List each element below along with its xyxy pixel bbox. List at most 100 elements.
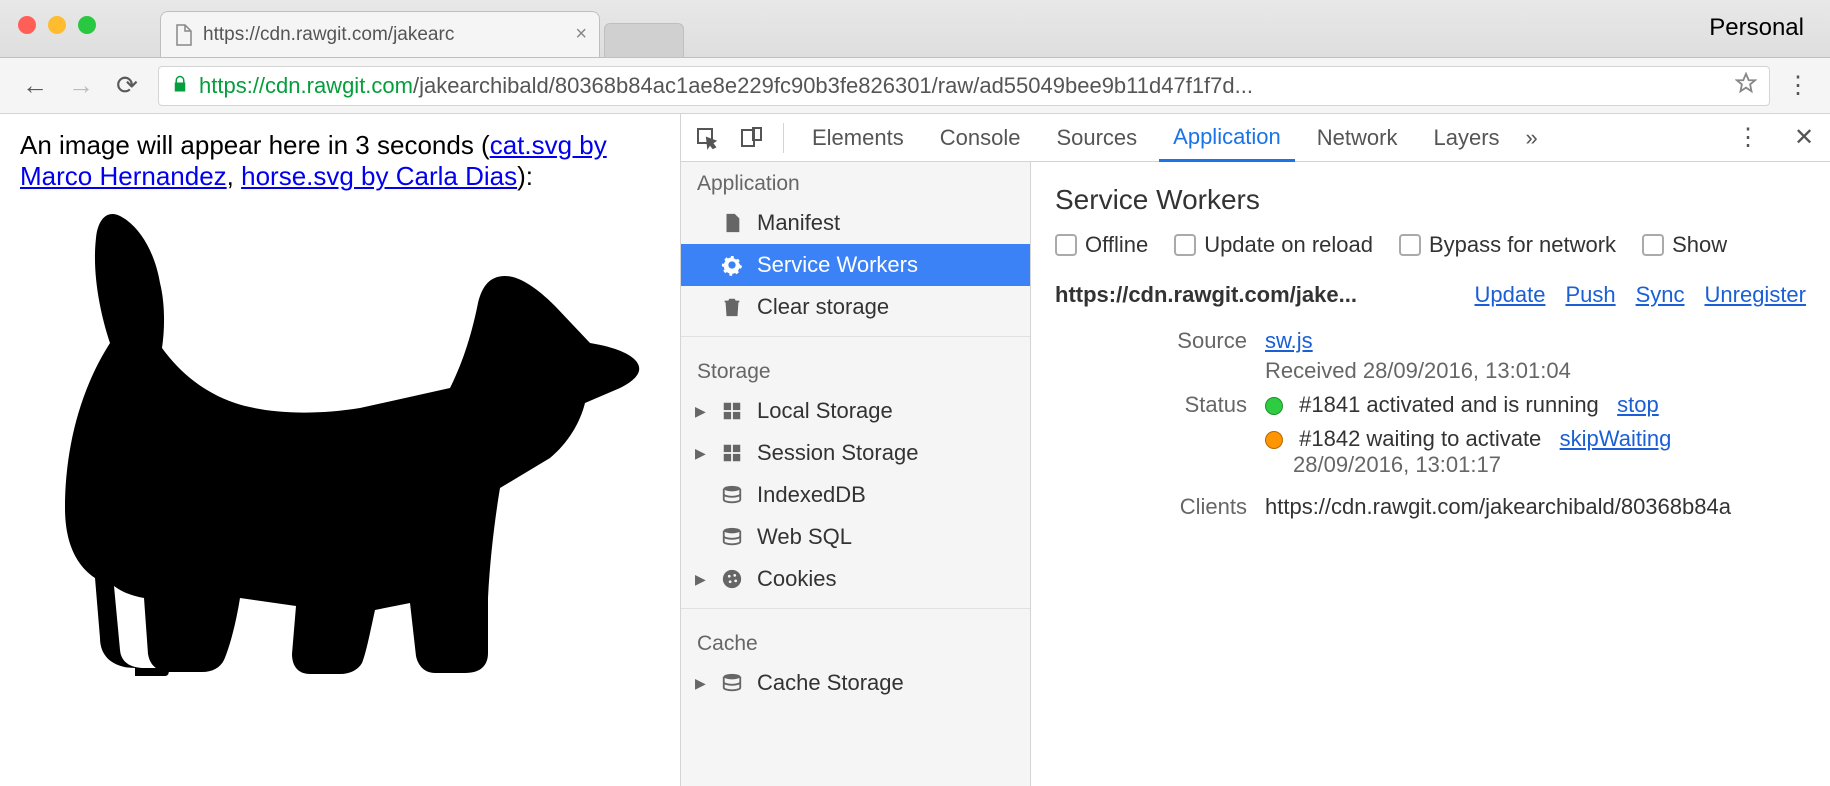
inspect-icon[interactable] — [689, 120, 725, 156]
database-icon — [721, 672, 743, 694]
devtools-menu-icon[interactable]: ⋮ — [1730, 120, 1766, 156]
lock-icon — [171, 73, 189, 99]
sidebar-item-indexeddb[interactable]: IndexedDB — [681, 474, 1030, 516]
browser-menu-icon[interactable]: ⋮ — [1786, 71, 1810, 100]
checkbox-icon — [1399, 234, 1421, 256]
sw-origin: https://cdn.rawgit.com/jake... — [1055, 282, 1454, 308]
row-clients: Clients https://cdn.rawgit.com/jakearchi… — [1055, 494, 1806, 520]
label-status: Status — [1055, 392, 1265, 486]
chevron-right-icon: ▶ — [695, 571, 706, 588]
group-cache: Cache — [681, 622, 1030, 662]
action-push[interactable]: Push — [1565, 282, 1615, 308]
browser-toolbar: ← → ⟳ https://cdn.rawgit.com/jakearchiba… — [0, 58, 1830, 114]
tab-application[interactable]: Application — [1159, 114, 1295, 162]
address-bar[interactable]: https://cdn.rawgit.com/jakearchibald/803… — [158, 66, 1770, 106]
sidebar-item-label: Session Storage — [757, 440, 918, 466]
tab-sources[interactable]: Sources — [1042, 114, 1151, 162]
reload-button[interactable]: ⟳ — [112, 70, 142, 101]
checkbox-icon — [1642, 234, 1664, 256]
chevron-right-icon: ▶ — [695, 403, 706, 420]
page-content: An image will appear here in 3 seconds (… — [0, 114, 680, 786]
database-icon — [721, 484, 743, 506]
panel-title: Service Workers — [1055, 184, 1806, 216]
sidebar-item-session-storage[interactable]: ▶ Session Storage — [681, 432, 1030, 474]
sidebar-item-label: Clear storage — [757, 294, 889, 320]
new-tab-button[interactable] — [604, 23, 684, 57]
window-chrome: https://cdn.rawgit.com/jakearc × Persona… — [0, 0, 1830, 58]
action-unregister[interactable]: Unregister — [1705, 282, 1806, 308]
tab-network[interactable]: Network — [1303, 114, 1412, 162]
status-1-text: #1841 activated and is running — [1299, 392, 1599, 417]
sidebar-item-service-workers[interactable]: Service Workers — [681, 244, 1030, 286]
checkbox-icon — [1055, 234, 1077, 256]
source-received: Received 28/09/2016, 13:01:04 — [1265, 358, 1806, 384]
device-toggle-icon[interactable] — [733, 120, 769, 156]
browser-tab[interactable]: https://cdn.rawgit.com/jakearc × — [160, 11, 600, 57]
action-update[interactable]: Update — [1474, 282, 1545, 308]
chevron-right-icon: ▶ — [695, 445, 706, 462]
label-source: Source — [1055, 328, 1265, 384]
traffic-lights — [18, 16, 96, 34]
row-source: Source sw.js Received 28/09/2016, 13:01:… — [1055, 328, 1806, 384]
sidebar-item-label: Cookies — [757, 566, 836, 592]
close-tab-icon[interactable]: × — [575, 23, 587, 46]
tab-console[interactable]: Console — [926, 114, 1035, 162]
sw-actions: Update Push Sync Unregister — [1474, 282, 1806, 308]
sidebar-item-manifest[interactable]: Manifest — [681, 202, 1030, 244]
sidebar-item-clear-storage[interactable]: Clear storage — [681, 286, 1030, 328]
database-icon — [721, 526, 743, 548]
sidebar-item-label: Local Storage — [757, 398, 893, 424]
horse-link[interactable]: horse.svg by Carla Dias — [241, 161, 517, 191]
group-storage: Storage — [681, 350, 1030, 390]
document-icon — [173, 23, 193, 47]
grid-icon — [721, 400, 743, 422]
gear-icon — [721, 254, 743, 276]
check-update-on-reload[interactable]: Update on reload — [1174, 232, 1373, 258]
minimize-window-button[interactable] — [48, 16, 66, 34]
checkbox-icon — [1174, 234, 1196, 256]
status-skipwaiting-link[interactable]: skipWaiting — [1560, 426, 1672, 451]
devtools-close-icon[interactable]: ✕ — [1786, 120, 1822, 156]
grid-icon — [721, 442, 743, 464]
status-dot-green-icon — [1265, 397, 1283, 415]
panel-checks: Offline Update on reload Bypass for netw… — [1055, 232, 1806, 258]
document-icon — [721, 212, 743, 234]
sidebar-item-label: Web SQL — [757, 524, 852, 550]
service-workers-panel: Service Workers Offline Update on reload… — [1031, 162, 1830, 786]
sidebar-item-label: Service Workers — [757, 252, 918, 278]
bookmark-icon[interactable] — [1735, 72, 1757, 100]
tabs-overflow-icon[interactable]: » — [1526, 125, 1538, 151]
sidebar-item-cookies[interactable]: ▶ Cookies — [681, 558, 1030, 600]
devtools: Elements Console Sources Application Net… — [680, 114, 1830, 786]
sidebar-item-cache-storage[interactable]: ▶ Cache Storage — [681, 662, 1030, 704]
sidebar-item-label: IndexedDB — [757, 482, 866, 508]
maximize-window-button[interactable] — [78, 16, 96, 34]
trash-icon — [721, 296, 743, 318]
check-offline[interactable]: Offline — [1055, 232, 1148, 258]
devtools-tabs: Elements Console Sources Application Net… — [681, 114, 1830, 162]
source-link[interactable]: sw.js — [1265, 328, 1313, 353]
tab-elements[interactable]: Elements — [798, 114, 918, 162]
cat-image — [20, 198, 640, 698]
cookie-icon — [721, 568, 743, 590]
action-sync[interactable]: Sync — [1636, 282, 1685, 308]
chevron-right-icon: ▶ — [695, 675, 706, 692]
page-text: An image will appear here in 3 seconds (… — [20, 130, 660, 192]
sidebar-item-label: Cache Storage — [757, 670, 904, 696]
devtools-body: Application Manifest Service Workers Cle… — [681, 162, 1830, 786]
back-button[interactable]: ← — [20, 70, 50, 101]
clients-value: https://cdn.rawgit.com/jakearchibald/803… — [1265, 494, 1806, 520]
check-bypass[interactable]: Bypass for network — [1399, 232, 1616, 258]
close-window-button[interactable] — [18, 16, 36, 34]
status-dot-orange-icon — [1265, 431, 1283, 449]
tab-layers[interactable]: Layers — [1419, 114, 1513, 162]
profile-label[interactable]: Personal — [1709, 14, 1804, 42]
check-show[interactable]: Show — [1642, 232, 1727, 258]
forward-button[interactable]: → — [66, 70, 96, 101]
label-clients: Clients — [1055, 494, 1265, 520]
sidebar-item-local-storage[interactable]: ▶ Local Storage — [681, 390, 1030, 432]
url-scheme: https://cdn.rawgit.com/jakearchibald/803… — [199, 73, 1253, 99]
status-2-text: #1842 waiting to activate — [1299, 426, 1541, 451]
status-stop-link[interactable]: stop — [1617, 392, 1659, 417]
sidebar-item-websql[interactable]: Web SQL — [681, 516, 1030, 558]
